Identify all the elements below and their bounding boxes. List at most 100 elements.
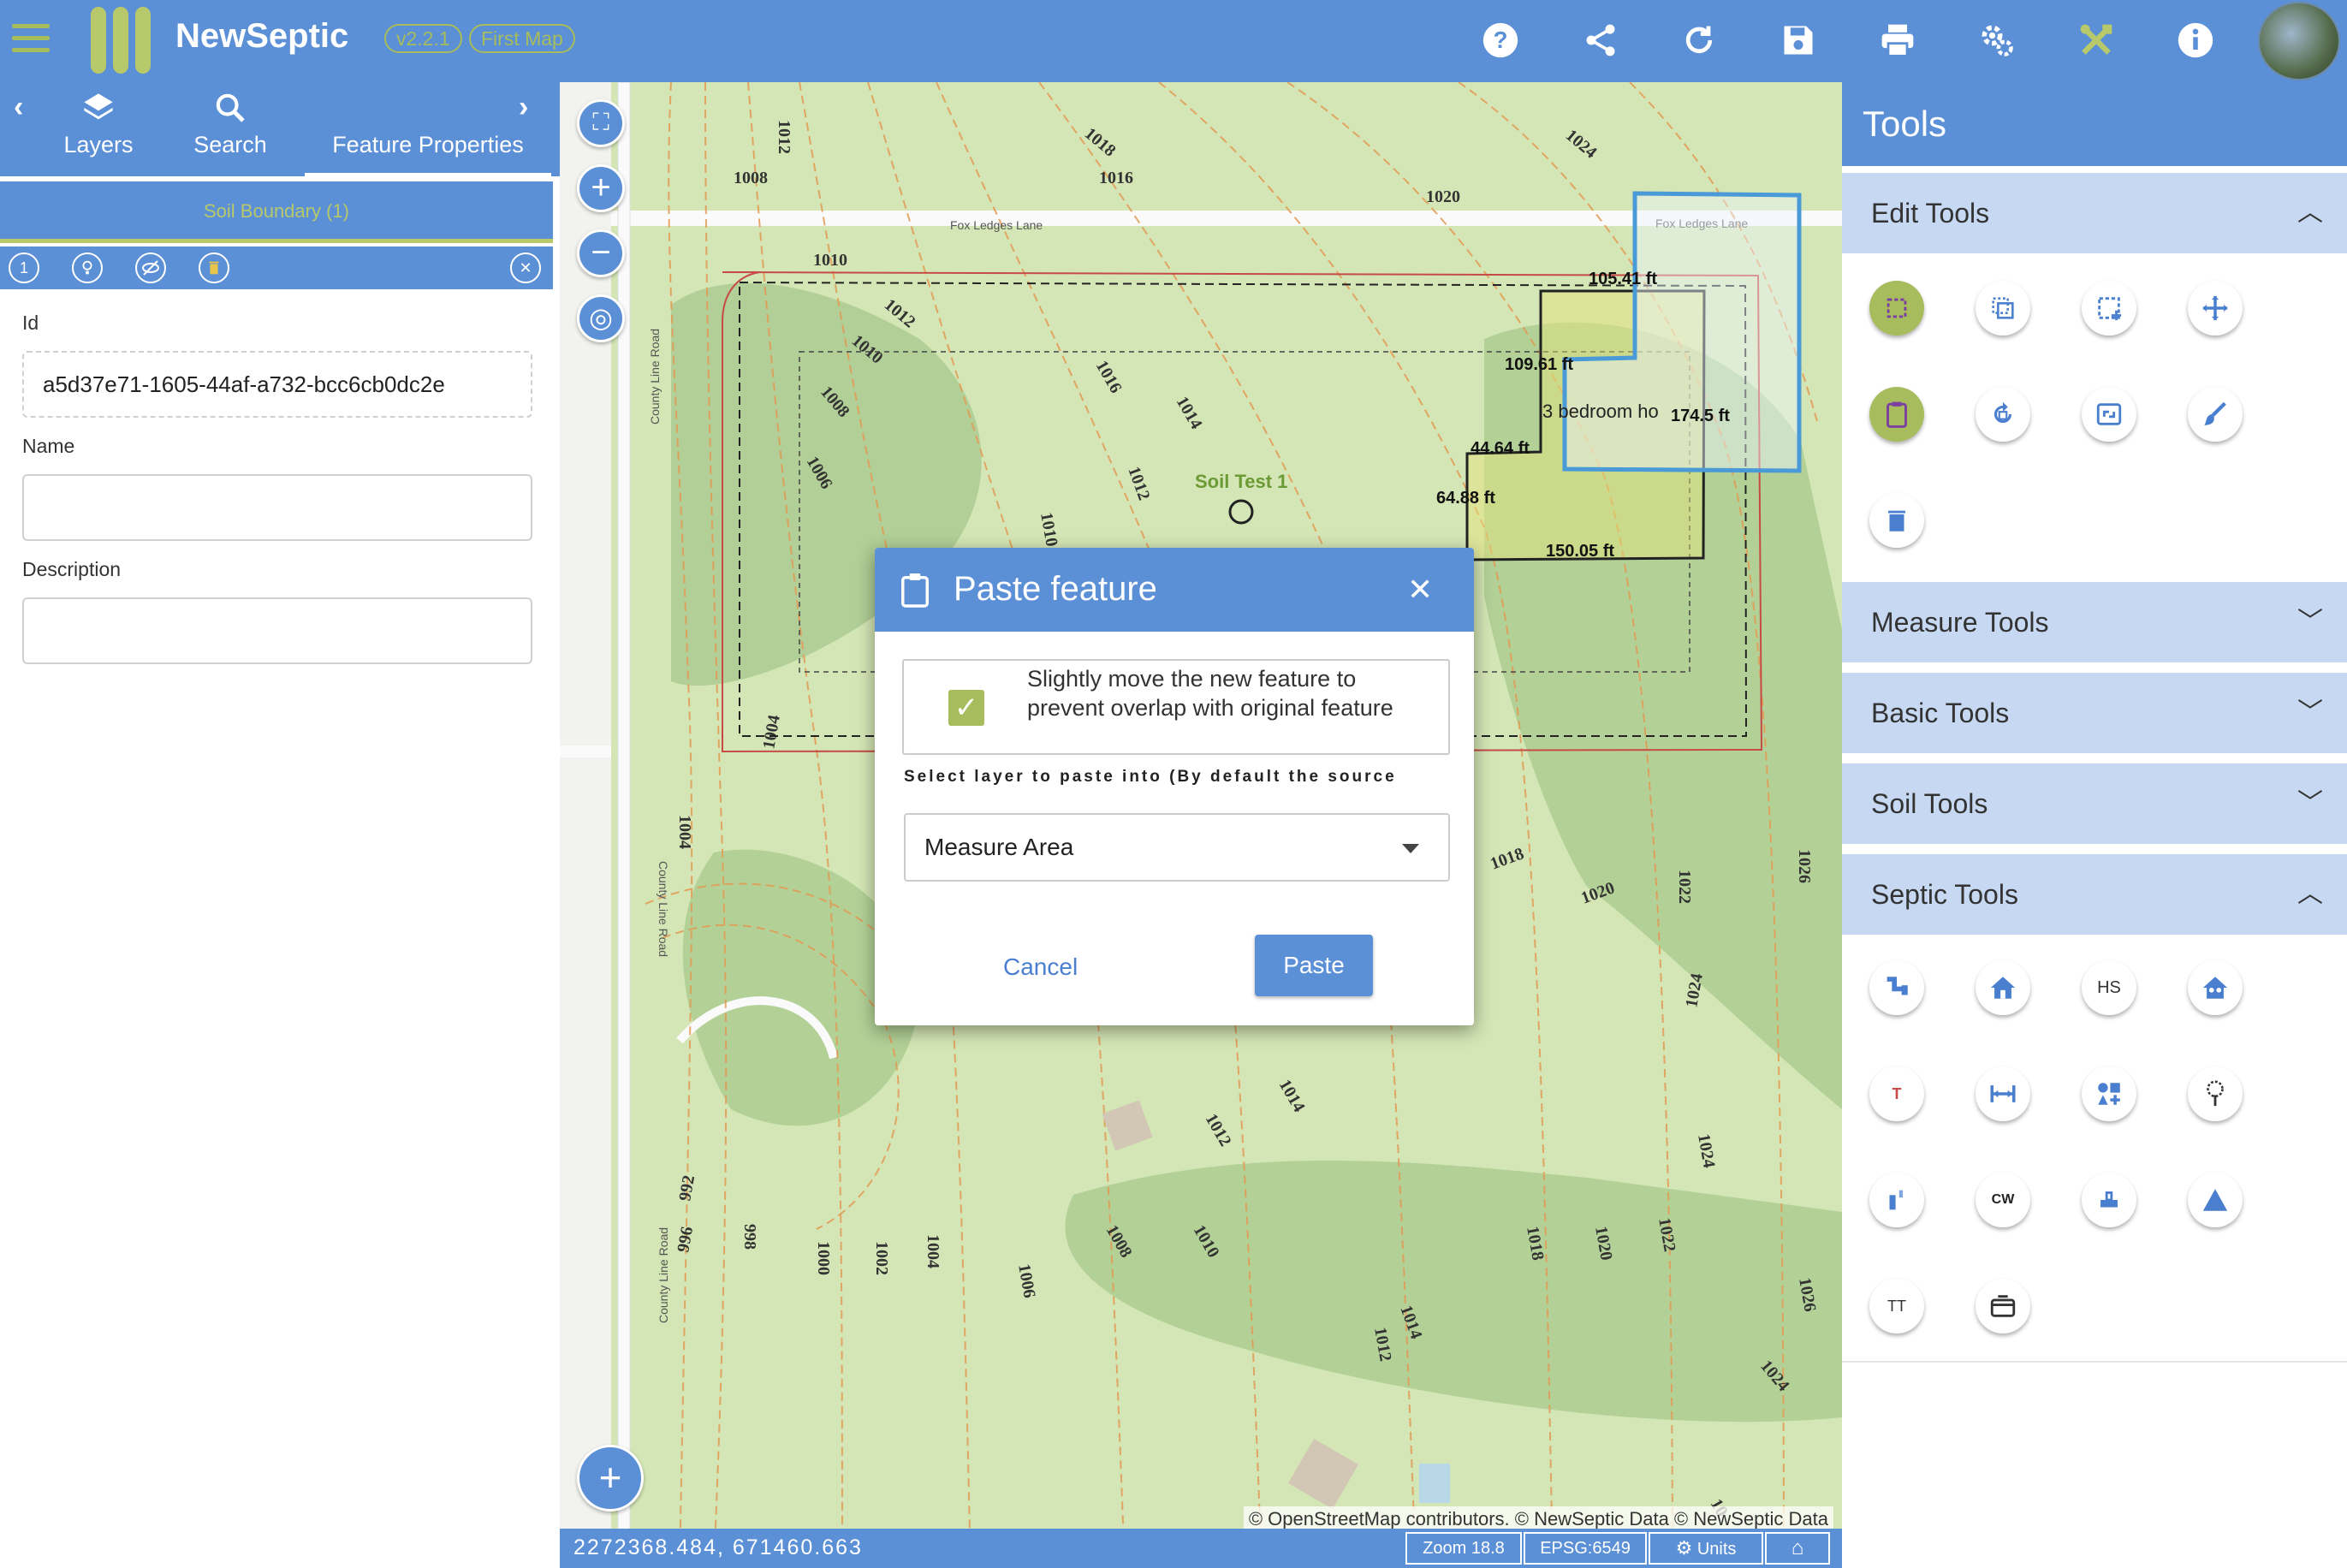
zoom-in-button[interactable]: + [577, 164, 625, 212]
section-measure-tools[interactable]: Measure Tools ﹀ [1842, 582, 2347, 662]
help-icon[interactable]: ? [1479, 19, 1522, 62]
house-icon[interactable] [1976, 960, 2030, 1015]
contour-label: 1000 [814, 1241, 833, 1275]
tab-feature-properties[interactable]: Feature Properties [305, 132, 551, 176]
paste-icon[interactable] [1869, 387, 1924, 442]
tab-feature-properties-label: Feature Properties [332, 132, 524, 157]
cw-icon[interactable]: CW [1976, 1173, 2030, 1227]
tree-icon[interactable] [2188, 1066, 2243, 1121]
shapes-icon[interactable] [2082, 1066, 2136, 1121]
home-icon[interactable]: ⌂ [1765, 1532, 1830, 1565]
section-septic-tools[interactable]: Septic Tools ︿ [1842, 854, 2347, 935]
measure-label: 105.41 ft [1589, 270, 1657, 288]
zoom-out-button[interactable]: − [577, 229, 625, 277]
well-icon[interactable] [1869, 1173, 1924, 1227]
svg-text:?: ? [1494, 27, 1508, 53]
style-icon[interactable] [2188, 387, 2243, 442]
print-icon[interactable] [1876, 19, 1919, 62]
settings-icon[interactable] [1976, 19, 2018, 62]
contour-label: 1004 [675, 815, 694, 849]
road-label: Fox Ledges Lane [950, 218, 1043, 232]
offset-checkbox-label: Slightly move the new feature to prevent… [1027, 666, 1393, 721]
tab-layers[interactable]: Layers [45, 91, 152, 158]
select-box-icon[interactable] [1869, 281, 1924, 336]
section-edit-tools[interactable]: Edit Tools ︿ [1842, 173, 2347, 253]
info-icon[interactable] [2174, 19, 2217, 62]
hs-icon[interactable]: HS [2082, 960, 2136, 1015]
section-basic-tools[interactable]: Basic Tools ﹀ [1842, 673, 2347, 753]
feature-group-header[interactable]: Soil Boundary (1) [0, 181, 553, 243]
move-icon[interactable] [2188, 281, 2243, 336]
distance-icon[interactable] [1976, 1066, 2030, 1121]
section-label: Septic Tools [1871, 879, 2018, 910]
measure-label: 174.5 ft [1671, 407, 1730, 425]
contour-label: 1022 [1675, 870, 1694, 904]
tab-search-label: Search [193, 132, 267, 157]
menu-icon[interactable] [12, 24, 50, 55]
house-people-icon[interactable] [2188, 960, 2243, 1015]
layer-select-label: Select layer to paste into (By default t… [904, 768, 1397, 786]
share-icon[interactable] [1579, 19, 1622, 62]
layer-select[interactable]: Measure Area [904, 813, 1450, 882]
section-soil-tools[interactable]: Soil Tools ﹀ [1842, 763, 2347, 844]
tabs-next-icon[interactable]: › [519, 91, 528, 124]
section-label: Edit Tools [1871, 198, 1990, 229]
feature-toolbar: 1 ✕ [0, 246, 553, 289]
description-field[interactable] [22, 597, 532, 664]
avatar[interactable] [2258, 2, 2340, 80]
tools-icon[interactable] [2075, 19, 2118, 62]
add-feature-button[interactable]: + [577, 1445, 644, 1512]
epsg-code[interactable]: EPSG:6549 [1524, 1532, 1647, 1565]
left-panel: ‹ › Layers Search Feature Properties Soi… [0, 82, 560, 1568]
cancel-button[interactable]: Cancel [1003, 953, 1078, 981]
locate-button[interactable]: ◎ [577, 294, 625, 342]
delete-feature-icon[interactable] [199, 252, 229, 283]
description-label: Description [22, 558, 122, 580]
contour-label: 1026 [1795, 849, 1814, 883]
name-field[interactable] [22, 474, 532, 541]
resize-icon[interactable] [2082, 387, 2136, 442]
dialog-header: Paste feature ✕ [875, 548, 1474, 632]
version-badge: v2.2.1 [384, 24, 462, 53]
pipe-icon[interactable] [1869, 960, 1924, 1015]
pump-icon[interactable] [2082, 1173, 2136, 1227]
box-icon[interactable] [1976, 1279, 2030, 1333]
tabs-prev-icon[interactable]: ‹ [14, 91, 23, 124]
layers-icon [45, 91, 152, 132]
chevron-up-icon: ︿ [2297, 880, 2323, 908]
close-icon[interactable]: ✕ [1407, 572, 1433, 608]
road-label: County Line Road [657, 1227, 670, 1323]
map-status-bar: 2272368.484, 671460.663 Zoom 18.8 EPSG:6… [560, 1529, 1842, 1568]
soil-test-label: Soil Test 1 [1195, 471, 1287, 492]
zoom-to-feature-icon[interactable] [72, 252, 103, 283]
triangle-icon[interactable] [2188, 1173, 2243, 1227]
tank-icon[interactable]: T [1869, 1066, 1924, 1121]
units-button[interactable]: ⚙ Units [1649, 1532, 1763, 1565]
delete-icon[interactable] [1869, 493, 1924, 548]
close-feature-icon[interactable]: ✕ [510, 252, 541, 283]
tab-search[interactable]: Search [176, 91, 284, 158]
tab-layers-label: Layers [63, 132, 134, 157]
paste-button[interactable]: Paste [1255, 935, 1373, 996]
contour-label: 1004 [924, 1234, 942, 1268]
layer-select-value: Measure Area [924, 834, 1074, 860]
offset-option[interactable]: ✓ Slightly move the new feature to preve… [902, 659, 1450, 755]
offset-checkbox[interactable]: ✓ [948, 690, 984, 726]
map-name-badge[interactable]: First Map [469, 24, 575, 53]
panel-tabs: ‹ › Layers Search Feature Properties [0, 82, 560, 176]
hide-feature-icon[interactable] [135, 252, 166, 283]
save-icon[interactable] [1777, 19, 1820, 62]
text-icon[interactable]: TT [1869, 1279, 1924, 1333]
copy-icon[interactable] [1976, 281, 2030, 336]
fullscreen-button[interactable]: ⛶ [577, 99, 625, 147]
refresh-icon[interactable] [1678, 19, 1720, 62]
feature-index-badge: 1 [9, 252, 39, 283]
tools-divider [1842, 1361, 2347, 1363]
zoom-level: Zoom 18.8 [1405, 1532, 1522, 1565]
rotate-icon[interactable] [1976, 387, 2030, 442]
section-label: Measure Tools [1871, 607, 2049, 638]
tools-panel: Tools Edit Tools ︿ Measure Tools ﹀ Basic T… [1842, 82, 2347, 1568]
select-area-icon[interactable] [2082, 281, 2136, 336]
section-label: Basic Tools [1871, 698, 2010, 728]
house-label: 3 bedroom ho [1542, 401, 1659, 422]
